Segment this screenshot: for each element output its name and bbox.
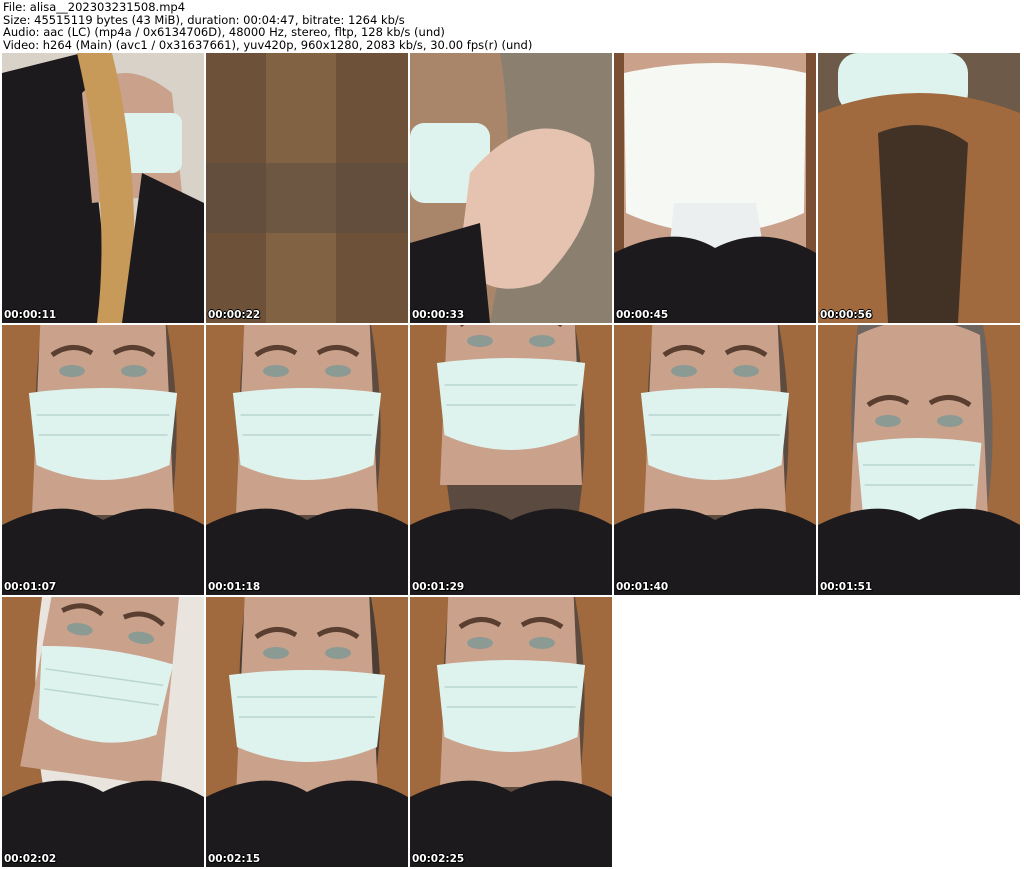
video-frame-image: [410, 325, 612, 595]
thumbnail-timestamp: 00:00:33: [412, 309, 465, 321]
video-frame-image: [2, 597, 204, 867]
video-thumbnail: 00:02:02: [2, 597, 204, 867]
video-frame-image: [206, 325, 408, 595]
thumbnail-timestamp: 00:02:02: [4, 853, 57, 865]
thumbnail-timestamp: 00:00:22: [208, 309, 261, 321]
video-frame-image: [410, 53, 612, 323]
video-thumbnail: 00:01:40: [614, 325, 816, 595]
video-thumbnail: 00:02:15: [206, 597, 408, 867]
thumbnail-grid: 00:00:11 00:00:22 00:00:33 00:00:45 00:0…: [2, 53, 1022, 869]
video-thumbnail: 00:01:07: [2, 325, 204, 595]
video-frame-image: [2, 53, 204, 323]
video-frame-image: [614, 53, 816, 323]
video-thumbnail: 00:01:18: [206, 325, 408, 595]
thumbnail-timestamp: 00:01:51: [820, 581, 873, 593]
thumbnail-timestamp: 00:00:45: [616, 309, 669, 321]
thumbnail-timestamp: 00:02:15: [208, 853, 261, 865]
video-frame-image: [206, 53, 408, 323]
video-thumbnail: 00:01:51: [818, 325, 1020, 595]
video-frame-image: [818, 53, 1020, 323]
video-thumbnail: 00:01:29: [410, 325, 612, 595]
thumbnail-timestamp: 00:01:29: [412, 581, 465, 593]
video-thumbnail: 00:00:22: [206, 53, 408, 323]
thumbnail-timestamp: 00:00:11: [4, 309, 57, 321]
video-thumbnail: 00:00:11: [2, 53, 204, 323]
video-frame-image: [410, 597, 612, 867]
thumbnail-timestamp: 00:01:40: [616, 581, 669, 593]
video-thumbnail: 00:02:25: [410, 597, 612, 867]
video-thumbnail: 00:00:45: [614, 53, 816, 323]
video-thumbnail: 00:00:33: [410, 53, 612, 323]
video-frame-image: [614, 325, 816, 595]
thumbnail-timestamp: 00:01:18: [208, 581, 261, 593]
video-info-line: Video: h264 (Main) (avc1 / 0x31637661), …: [3, 37, 533, 52]
video-frame-image: [818, 325, 1020, 595]
file-info-header: File: alisa__202303231508.mp4 Size: 4551…: [3, 1, 1021, 51]
thumbnail-timestamp: 00:02:25: [412, 853, 465, 865]
file-name-line: File: alisa__202303231508.mp4: [3, 0, 186, 14]
video-frame-image: [2, 325, 204, 595]
video-frame-image: [206, 597, 408, 867]
video-thumbnail: 00:00:56: [818, 53, 1020, 323]
thumbnail-timestamp: 00:00:56: [820, 309, 873, 321]
audio-info-line: Audio: aac (LC) (mp4a / 0x6134706D), 480…: [3, 25, 445, 40]
thumbnail-timestamp: 00:01:07: [4, 581, 57, 593]
